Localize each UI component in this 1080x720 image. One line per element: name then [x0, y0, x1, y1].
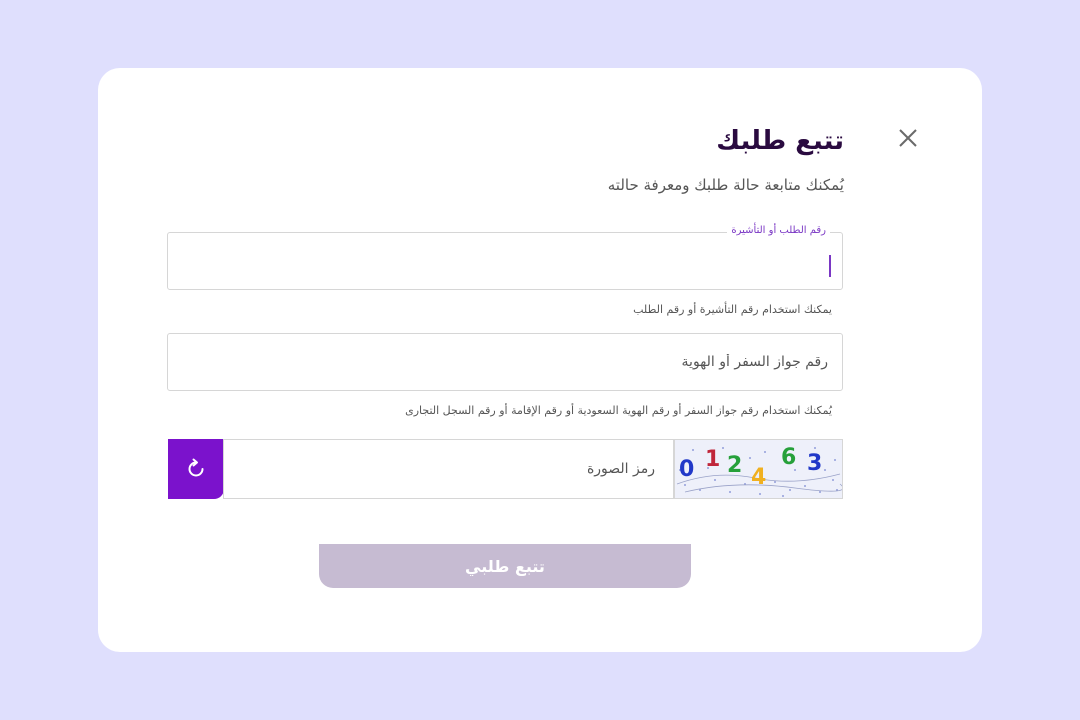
track-order-modal: تتبع طلبك يُمكنك متابعة حالة طلبك ومعرفة… — [98, 68, 982, 652]
captcha-digit: 3 — [807, 451, 822, 476]
passport-hint: يُمكنك استخدام رقم جواز السفر أو رقم اله… — [405, 404, 832, 417]
captcha-digit: 1 — [705, 447, 720, 472]
order-number-field[interactable]: رقم الطلب أو التأشيرة — [167, 225, 843, 290]
passport-input[interactable] — [168, 334, 842, 390]
track-order-button[interactable]: تتبع طلبي — [319, 544, 691, 588]
captcha-input[interactable] — [224, 440, 673, 498]
refresh-icon — [188, 458, 204, 477]
captcha-refresh-button[interactable] — [168, 439, 224, 499]
close-button[interactable] — [896, 126, 920, 150]
modal-subtitle: يُمكنك متابعة حالة طلبك ومعرفة حالته — [607, 176, 844, 194]
captcha-graphic: 0 1 2 4 6 3 — [676, 445, 842, 497]
order-number-label: رقم الطلب أو التأشيرة — [727, 225, 830, 236]
modal-title: تتبع طلبك — [716, 126, 844, 156]
captcha-digit: 4 — [751, 465, 766, 490]
passport-field[interactable] — [167, 333, 843, 391]
text-caret — [829, 255, 831, 277]
order-number-hint: يمكنك استخدام رقم التأشيرة أو رقم الطلب — [633, 303, 832, 316]
captcha-field[interactable] — [223, 439, 674, 499]
captcha-digit: 2 — [727, 453, 742, 478]
close-icon — [899, 129, 917, 147]
captcha-digit: 0 — [679, 457, 694, 482]
captcha-image: 0 1 2 4 6 3 — [674, 439, 843, 499]
captcha-digit: 6 — [781, 445, 796, 470]
captcha-row: 0 1 2 4 6 3 — [167, 439, 843, 499]
order-number-input[interactable] — [168, 233, 842, 289]
